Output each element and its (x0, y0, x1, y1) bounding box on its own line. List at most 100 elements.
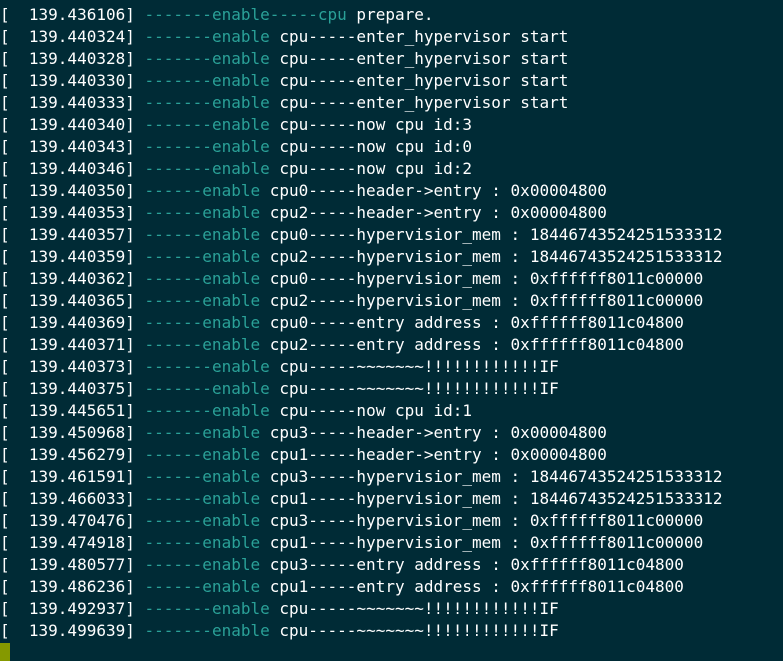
log-line: [ 139.440362] ------enable cpu0-----hype… (0, 268, 783, 290)
log-message: cpu0-----header->entry : 0x00004800 (260, 181, 607, 200)
log-timestamp: [ 139.440357] (0, 225, 145, 244)
log-enable-tag: enable (211, 357, 270, 376)
log-dashes: ------ (144, 181, 203, 200)
log-message: cpu3-----header->entry : 0x00004800 (260, 423, 607, 442)
log-timestamp: [ 139.440328] (0, 49, 145, 68)
log-timestamp: [ 139.445651] (0, 401, 145, 420)
log-message: cpu2-----header->entry : 0x00004800 (260, 203, 607, 222)
log-line: [ 139.440330] -------enable cpu-----ente… (0, 70, 783, 92)
terminal-cursor (0, 643, 10, 661)
log-timestamp: [ 139.440371] (0, 335, 145, 354)
log-dashes: ------- (144, 401, 212, 420)
log-enable-tag: enable (211, 621, 270, 640)
log-dashes: ------ (144, 533, 203, 552)
log-dashes: ------- (144, 159, 212, 178)
log-timestamp: [ 139.440375] (0, 379, 145, 398)
log-timestamp: [ 139.466033] (0, 489, 145, 508)
log-dashes: ------ (144, 225, 203, 244)
log-enable-tag: enable (211, 137, 270, 156)
log-message: cpu-----enter_hypervisor start (269, 71, 569, 90)
log-message: cpu-----now cpu id:1 (269, 401, 473, 420)
log-message: cpu1-----hypervisior_mem : 1844674352425… (260, 489, 723, 508)
log-message: cpu-----now cpu id:0 (269, 137, 473, 156)
log-enable-tag: enable (211, 27, 270, 46)
log-timestamp: [ 139.474918] (0, 533, 145, 552)
log-enable-tag: enable (202, 423, 261, 442)
log-message: cpu3-----hypervisior_mem : 0xffffff8011c… (260, 511, 704, 530)
log-enable-tag: enable (202, 181, 261, 200)
log-line: [ 139.440333] -------enable cpu-----ente… (0, 92, 783, 114)
log-enable-tag: enable (202, 489, 261, 508)
log-timestamp: [ 139.480577] (0, 555, 145, 574)
log-message: cpu-----enter_hypervisor start (269, 93, 569, 112)
log-dashes: ------- (144, 5, 212, 24)
log-line: [ 139.486236] ------enable cpu1-----entr… (0, 576, 783, 598)
log-timestamp: [ 139.440340] (0, 115, 145, 134)
log-dashes: ------- (144, 115, 212, 134)
log-enable-tag: enable (202, 291, 261, 310)
log-enable-tag: enable (202, 247, 261, 266)
log-line: [ 139.445651] -------enable cpu-----now … (0, 400, 783, 422)
log-line: [ 139.440324] -------enable cpu-----ente… (0, 26, 783, 48)
terminal-window[interactable]: [ 139.436106] -------enable-----cpu prep… (0, 0, 783, 661)
log-enable-tag: enable (202, 467, 261, 486)
log-line: [ 139.440373] -------enable cpu-----~~~~… (0, 356, 783, 378)
log-dashes: ------ (144, 269, 203, 288)
log-timestamp: [ 139.440333] (0, 93, 145, 112)
log-enable-tag: enable (202, 335, 261, 354)
log-enable-tag: enable (211, 5, 270, 24)
log-dashes: ------ (144, 555, 203, 574)
log-line: [ 139.450968] ------enable cpu3-----head… (0, 422, 783, 444)
log-timestamp: [ 139.486236] (0, 577, 145, 596)
log-message: cpu0-----hypervisior_mem : 1844674352425… (260, 225, 723, 244)
log-line: [ 139.440350] ------enable cpu0-----head… (0, 180, 783, 202)
log-message: cpu3-----hypervisior_mem : 1844674352425… (260, 467, 723, 486)
log-dashes: ------- (144, 49, 212, 68)
log-message: cpu0-----entry address : 0xffffff8011c04… (260, 313, 684, 332)
log-line: [ 139.440340] -------enable cpu-----now … (0, 114, 783, 136)
log-message: cpu-----now cpu id:2 (269, 159, 473, 178)
log-dashes: ------ (144, 511, 203, 530)
log-timestamp: [ 139.440350] (0, 181, 145, 200)
log-enable-tag: enable (202, 445, 261, 464)
log-line: [ 139.440359] ------enable cpu2-----hype… (0, 246, 783, 268)
log-timestamp: [ 139.450968] (0, 423, 145, 442)
log-message: cpu1-----header->entry : 0x00004800 (260, 445, 607, 464)
log-timestamp: [ 139.436106] (0, 5, 145, 24)
log-line: [ 139.480577] ------enable cpu3-----entr… (0, 554, 783, 576)
log-message: cpu-----enter_hypervisor start (269, 27, 569, 46)
terminal-output: [ 139.436106] -------enable-----cpu prep… (0, 4, 783, 642)
log-dashes: ------- (144, 357, 212, 376)
log-enable-tag: enable (211, 379, 270, 398)
log-message: cpu1-----entry address : 0xffffff8011c04… (260, 577, 684, 596)
log-line: [ 139.466033] ------enable cpu1-----hype… (0, 488, 783, 510)
log-message: prepare. (346, 5, 434, 24)
log-timestamp: [ 139.440353] (0, 203, 145, 222)
log-dashes: ------ (144, 203, 203, 222)
log-enable-tag: enable (202, 269, 261, 288)
log-enable-tag: enable (211, 401, 270, 420)
log-line: [ 139.492937] -------enable cpu-----~~~~… (0, 598, 783, 620)
log-dashes: ------- (144, 93, 212, 112)
log-line: [ 139.440328] -------enable cpu-----ente… (0, 48, 783, 70)
log-dashes: ------ (144, 247, 203, 266)
log-enable-tag: enable (202, 533, 261, 552)
log-dashes: ------- (144, 27, 212, 46)
log-enable-tag: enable (202, 313, 261, 332)
log-message: cpu-----~~~~~~~!!!!!!!!!!!!IF (269, 599, 559, 618)
log-line: [ 139.499639] -------enable cpu-----~~~~… (0, 620, 783, 642)
log-timestamp: [ 139.440343] (0, 137, 145, 156)
log-enable-tag: enable (202, 511, 261, 530)
log-dashes: ------ (144, 577, 203, 596)
log-line: [ 139.470476] ------enable cpu3-----hype… (0, 510, 783, 532)
log-enable-tag: enable (211, 93, 270, 112)
log-timestamp: [ 139.440324] (0, 27, 145, 46)
log-dashes: ------ (144, 291, 203, 310)
log-line: [ 139.440343] -------enable cpu-----now … (0, 136, 783, 158)
log-enable-tag: enable (211, 71, 270, 90)
log-line: [ 139.440375] -------enable cpu-----~~~~… (0, 378, 783, 400)
log-timestamp: [ 139.440369] (0, 313, 145, 332)
log-message: cpu2-----hypervisior_mem : 1844674352425… (260, 247, 723, 266)
log-enable-tag: enable (202, 225, 261, 244)
log-message: cpu-----now cpu id:3 (269, 115, 473, 134)
